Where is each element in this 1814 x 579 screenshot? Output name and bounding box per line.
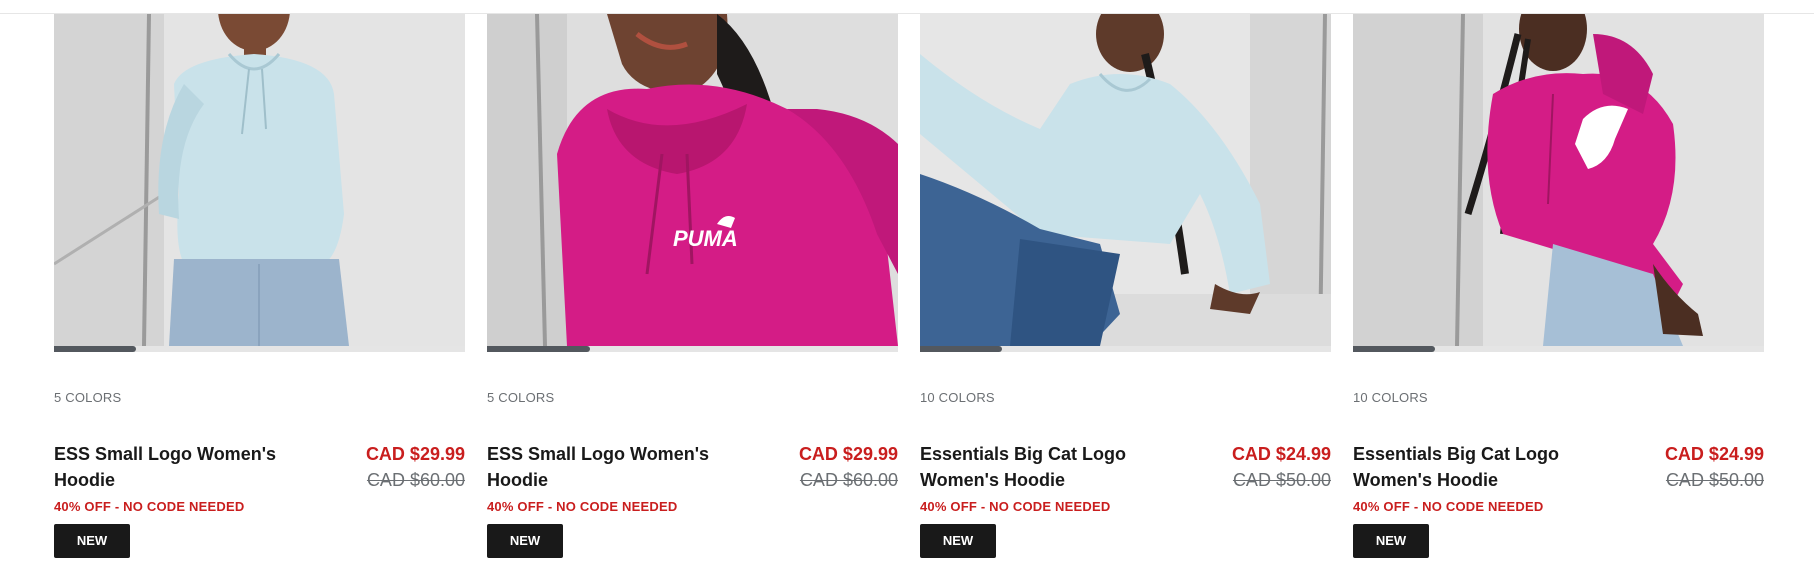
product-image[interactable] (1353, 14, 1764, 346)
image-carousel-progress (1353, 346, 1764, 352)
product-card[interactable]: PUMA 5 COLORS ESS Small Logo Women's Hoo… (487, 14, 898, 579)
original-price: CAD $50.00 (1232, 470, 1331, 490)
color-count: 10 COLORS (1353, 390, 1428, 405)
product-name[interactable]: Essentials Big Cat Logo Women's Hoodie (1353, 441, 1623, 493)
price-block: CAD $29.99 CAD $60.00 (799, 441, 898, 493)
promo-text: 40% OFF - NO CODE NEEDED (920, 499, 1111, 514)
new-badge: NEW (920, 524, 996, 558)
original-price: CAD $60.00 (799, 470, 898, 490)
promo-text: 40% OFF - NO CODE NEEDED (487, 499, 678, 514)
new-badge: NEW (1353, 524, 1429, 558)
new-badge: NEW (54, 524, 130, 558)
puma-logo-text: PUMA (673, 226, 738, 251)
carousel-progress-fill (54, 346, 136, 352)
product-photo (54, 14, 465, 346)
top-bar (0, 0, 1814, 14)
product-photo (1353, 14, 1764, 346)
product-card[interactable]: 10 COLORS Essentials Big Cat Logo Women'… (1353, 14, 1764, 579)
color-count: 10 COLORS (920, 390, 995, 405)
original-price: CAD $60.00 (366, 470, 465, 490)
price-block: CAD $24.99 CAD $50.00 (1665, 441, 1764, 493)
sale-price: CAD $24.99 (1664, 444, 1764, 464)
product-info: ESS Small Logo Women's Hoodie CAD $29.99… (487, 441, 898, 497)
promo-text: 40% OFF - NO CODE NEEDED (1353, 499, 1544, 514)
product-grid: 5 COLORS ESS Small Logo Women's Hoodie C… (54, 14, 1764, 579)
sale-price: CAD $29.99 (798, 444, 898, 464)
price-block: CAD $29.99 CAD $60.00 (366, 441, 465, 493)
product-info: Essentials Big Cat Logo Women's Hoodie C… (920, 441, 1331, 497)
promo-text: 40% OFF - NO CODE NEEDED (54, 499, 245, 514)
image-carousel-progress (920, 346, 1331, 352)
product-card[interactable]: 10 COLORS Essentials Big Cat Logo Women'… (920, 14, 1331, 579)
sale-price: CAD $24.99 (1231, 444, 1331, 464)
color-count: 5 COLORS (487, 390, 555, 405)
carousel-progress-fill (1353, 346, 1435, 352)
product-card[interactable]: 5 COLORS ESS Small Logo Women's Hoodie C… (54, 14, 465, 579)
product-photo: PUMA (487, 14, 898, 346)
product-name[interactable]: Essentials Big Cat Logo Women's Hoodie (920, 441, 1190, 493)
product-info: ESS Small Logo Women's Hoodie CAD $29.99… (54, 441, 465, 497)
carousel-progress-fill (487, 346, 590, 352)
image-carousel-progress (54, 346, 465, 352)
new-badge: NEW (487, 524, 563, 558)
product-image[interactable]: PUMA (487, 14, 898, 346)
product-image[interactable] (920, 14, 1331, 346)
carousel-progress-fill (920, 346, 1002, 352)
image-carousel-progress (487, 346, 898, 352)
original-price: CAD $50.00 (1665, 470, 1764, 490)
color-count: 5 COLORS (54, 390, 122, 405)
price-block: CAD $24.99 CAD $50.00 (1232, 441, 1331, 493)
product-photo (920, 14, 1331, 346)
sale-price: CAD $29.99 (365, 444, 465, 464)
product-info: Essentials Big Cat Logo Women's Hoodie C… (1353, 441, 1764, 497)
product-image[interactable] (54, 14, 465, 346)
product-name[interactable]: ESS Small Logo Women's Hoodie (54, 441, 324, 493)
product-name[interactable]: ESS Small Logo Women's Hoodie (487, 441, 757, 493)
